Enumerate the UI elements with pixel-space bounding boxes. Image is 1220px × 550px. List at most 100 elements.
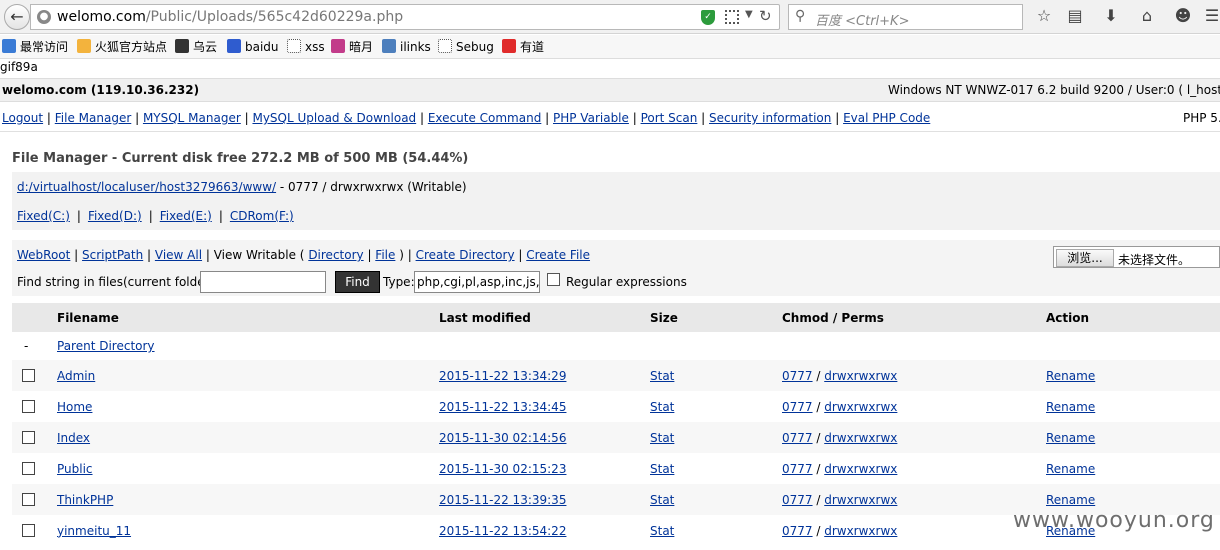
row-checkbox[interactable] — [22, 493, 35, 506]
file-name-link[interactable]: yinmeitu_11 — [57, 515, 131, 546]
type-label: Type: — [383, 275, 415, 289]
bookmark-item[interactable]: Sebug — [438, 39, 494, 55]
file-name-link[interactable]: ThinkPHP — [57, 484, 113, 515]
browser-toolbar: ← ● welomo.com/Public/Uploads/565c42d602… — [0, 0, 1220, 34]
row-checkbox[interactable] — [22, 400, 35, 413]
drive-d[interactable]: Fixed(D:) — [88, 209, 142, 223]
home-icon[interactable]: ⌂ — [1137, 6, 1157, 26]
modified-link[interactable]: 2015-11-30 02:15:23 — [439, 453, 566, 484]
menu-execute-command[interactable]: Execute Command — [428, 111, 541, 125]
stat-link[interactable]: Stat — [650, 360, 674, 391]
star-icon[interactable]: ☆ — [1034, 6, 1054, 26]
row-checkbox[interactable] — [22, 369, 35, 382]
modified-link[interactable]: 2015-11-22 13:39:35 — [439, 484, 566, 515]
drive-c[interactable]: Fixed(C:) — [17, 209, 70, 223]
bookmark-item[interactable]: 火狐官方站点 — [77, 39, 167, 55]
reload-icon[interactable]: ↻ — [759, 7, 772, 25]
view-all-link[interactable]: View All — [155, 248, 202, 262]
modified-link[interactable]: 2015-11-22 13:34:45 — [439, 391, 566, 422]
search-icon: ⚲ — [795, 8, 806, 24]
bookmark-item[interactable]: ilinks — [382, 39, 431, 55]
rename-link[interactable]: Rename — [1046, 422, 1095, 453]
scriptpath-link[interactable]: ScriptPath — [82, 248, 143, 262]
menu-eval-php[interactable]: Eval PHP Code — [843, 111, 930, 125]
row-checkbox[interactable] — [22, 431, 35, 444]
browse-button[interactable]: 浏览... — [1056, 249, 1114, 267]
file-name-link[interactable]: Public — [57, 453, 93, 484]
menu-mysql-manager[interactable]: MYSQL Manager — [143, 111, 241, 125]
create-file-link[interactable]: Create File — [526, 248, 590, 262]
writable-directory-link[interactable]: Directory — [308, 248, 363, 262]
menu-php-variable[interactable]: PHP Variable — [553, 111, 629, 125]
back-button[interactable]: ← — [4, 4, 30, 30]
chmod-link[interactable]: 0777 — [782, 369, 813, 383]
url-text[interactable]: welomo.com/Public/Uploads/565c42d60229a.… — [57, 9, 403, 25]
file-name-link[interactable]: Admin — [57, 360, 95, 391]
type-input[interactable]: php,cgi,pl,asp,inc,js,ht — [414, 271, 540, 293]
perms-link[interactable]: drwxrwxrwx — [824, 524, 897, 538]
reading-list-icon[interactable]: ▤ — [1065, 6, 1085, 26]
drive-e[interactable]: Fixed(E:) — [160, 209, 212, 223]
menu-logout[interactable]: Logout — [2, 111, 43, 125]
stat-link[interactable]: Stat — [650, 422, 674, 453]
bookmark-item[interactable]: 最常访问 — [2, 39, 68, 55]
webroot-link[interactable]: WebRoot — [17, 248, 70, 262]
smiley-icon[interactable]: ☻ — [1173, 6, 1193, 26]
modified-link[interactable]: 2015-11-30 02:14:56 — [439, 422, 566, 453]
bookmark-item[interactable]: 有道 — [502, 39, 544, 55]
bookmark-item[interactable]: 乌云 — [175, 39, 217, 55]
find-button[interactable]: Find — [335, 271, 380, 293]
gif-header-text: gif89a — [0, 60, 38, 74]
url-bar[interactable]: ● welomo.com/Public/Uploads/565c42d60229… — [30, 4, 780, 30]
shell-menu: Logout | File Manager | MYSQL Manager | … — [0, 103, 1220, 132]
bookmark-item[interactable]: baidu — [227, 39, 279, 55]
menu-file-manager[interactable]: File Manager — [55, 111, 132, 125]
create-directory-link[interactable]: Create Directory — [416, 248, 515, 262]
menu-icon[interactable]: ☰ — [1202, 6, 1220, 26]
col-size: Size — [650, 310, 678, 325]
shield-icon[interactable]: ✓ — [701, 10, 715, 25]
download-icon[interactable]: ⬇ — [1101, 6, 1121, 26]
regex-checkbox[interactable] — [547, 273, 560, 286]
menu-port-scan[interactable]: Port Scan — [641, 111, 698, 125]
file-upload-input[interactable]: 浏览... 未选择文件。 — [1053, 246, 1220, 268]
chmod-link[interactable]: 0777 — [782, 400, 813, 414]
stat-link[interactable]: Stat — [650, 453, 674, 484]
perms-link[interactable]: drwxrwxrwx — [824, 400, 897, 414]
file-name-link[interactable]: Index — [57, 422, 90, 453]
perms-link[interactable]: drwxrwxrwx — [824, 431, 897, 445]
stat-link[interactable]: Stat — [650, 391, 674, 422]
perms-link[interactable]: drwxrwxrwx — [824, 462, 897, 476]
find-string-input[interactable] — [200, 271, 326, 293]
menu-mysql-upload[interactable]: MySQL Upload & Download — [252, 111, 416, 125]
search-input[interactable]: ⚲ 百度 <Ctrl+K> — [788, 4, 1023, 30]
chmod-link[interactable]: 0777 — [782, 431, 813, 445]
chmod-link[interactable]: 0777 — [782, 462, 813, 476]
rename-link[interactable]: Rename — [1046, 391, 1095, 422]
stat-link[interactable]: Stat — [650, 515, 674, 546]
rename-link[interactable]: Rename — [1046, 360, 1095, 391]
perms-link[interactable]: drwxrwxrwx — [824, 493, 897, 507]
current-path-link[interactable]: d:/virtualhost/localuser/host3279663/www… — [17, 180, 276, 194]
row-checkbox[interactable] — [22, 462, 35, 475]
parent-directory-link[interactable]: Parent Directory — [57, 332, 155, 360]
writable-file-link[interactable]: File — [375, 248, 395, 262]
row-checkbox[interactable] — [22, 524, 35, 537]
rename-link[interactable]: Rename — [1046, 453, 1095, 484]
modified-link[interactable]: 2015-11-22 13:54:22 — [439, 515, 566, 546]
chmod-link[interactable]: 0777 — [782, 493, 813, 507]
bookmark-item[interactable]: 暗月 — [331, 39, 373, 55]
stat-link[interactable]: Stat — [650, 484, 674, 515]
php-version: PHP 5. — [1183, 111, 1220, 125]
chmod-link[interactable]: 0777 — [782, 524, 813, 538]
file-name-link[interactable]: Home — [57, 391, 92, 422]
col-filename: Filename — [57, 310, 119, 325]
drive-f[interactable]: CDRom(F:) — [230, 209, 294, 223]
host-info-bar: welomo.com (119.10.36.232) Windows NT WN… — [0, 78, 1220, 102]
perms-link[interactable]: drwxrwxrwx — [824, 369, 897, 383]
modified-link[interactable]: 2015-11-22 13:34:29 — [439, 360, 566, 391]
chevron-down-icon[interactable]: ▼ — [745, 9, 753, 20]
menu-security-info[interactable]: Security information — [709, 111, 831, 125]
bookmark-item[interactable]: xss — [287, 39, 325, 55]
qr-code-icon[interactable] — [725, 10, 739, 24]
